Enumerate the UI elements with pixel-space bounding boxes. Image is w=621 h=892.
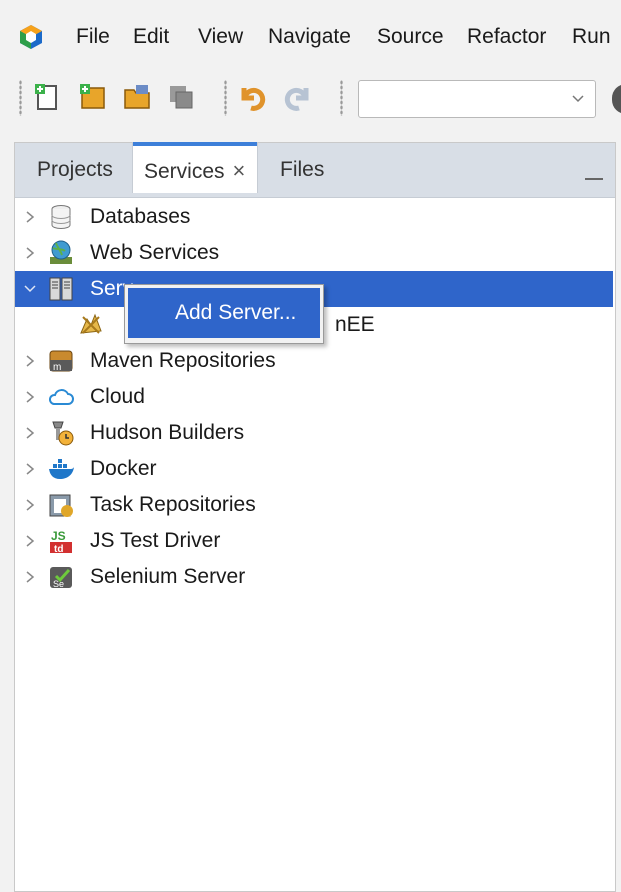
chevron-right-icon[interactable] — [23, 389, 37, 405]
selenium-icon: Se — [50, 567, 72, 589]
tree-node-docker[interactable]: Docker — [15, 451, 613, 487]
menu-run[interactable]: Run — [572, 24, 611, 50]
tree-node-label: Maven Repositories — [90, 349, 276, 372]
tree-node-label: Web Services — [90, 241, 220, 264]
new-file-icon[interactable] — [32, 82, 62, 112]
svg-text:Se: Se — [53, 579, 64, 589]
tab-services[interactable]: Services × — [133, 142, 257, 193]
tree-node-cloud[interactable]: Cloud — [15, 379, 613, 415]
svg-text:m: m — [53, 362, 61, 373]
menu-edit[interactable]: Edit — [133, 24, 169, 50]
menu-navigate[interactable]: Navigate — [268, 24, 351, 50]
toolbar-grip[interactable] — [224, 80, 227, 116]
tree-node-selenium-server[interactable]: Se Selenium Server — [15, 559, 613, 595]
netbeans-logo-icon — [20, 25, 42, 49]
toolbar-grip[interactable] — [340, 80, 343, 116]
chevron-down-icon[interactable] — [23, 281, 37, 297]
menu-view[interactable]: View — [198, 24, 243, 50]
tab-label: Services — [144, 160, 225, 183]
tree-node-label: Databases — [90, 205, 191, 228]
menu-item-label: Add Server... — [175, 301, 297, 324]
save-all-icon[interactable] — [166, 82, 196, 112]
database-icon — [51, 205, 71, 230]
chevron-right-icon[interactable] — [23, 209, 37, 225]
tree-node-hudson-builders[interactable]: Hudson Builders — [15, 415, 613, 451]
tree-node-web-services[interactable]: Web Services — [15, 235, 613, 271]
servers-icon — [49, 277, 73, 301]
close-icon[interactable]: × — [233, 158, 246, 183]
chevron-down-icon — [572, 95, 584, 103]
tree-node-label: Hudson Builders — [90, 421, 245, 444]
tab-label: Files — [280, 158, 325, 181]
tab-files[interactable]: Files — [280, 143, 330, 197]
chevron-right-icon[interactable] — [23, 497, 37, 513]
chevron-right-icon[interactable] — [23, 461, 37, 477]
new-project-icon[interactable] — [78, 82, 108, 112]
undo-icon[interactable] — [238, 82, 268, 112]
menu-bar: File Edit View Navigate Source Refactor … — [0, 0, 621, 68]
menu-refactor[interactable]: Refactor — [467, 24, 546, 50]
chevron-right-icon[interactable] — [23, 425, 37, 441]
hudson-icon — [52, 421, 74, 446]
configuration-select[interactable] — [358, 80, 596, 118]
tree-node-maven-repositories[interactable]: m Maven Repositories — [15, 343, 613, 379]
context-menu: Add Server... — [124, 284, 324, 344]
tree-node-label: Task Repositories — [90, 493, 256, 516]
cloud-icon — [48, 389, 74, 405]
menu-file[interactable]: File — [76, 24, 110, 50]
tab-projects[interactable]: Projects — [37, 143, 113, 197]
chevron-right-icon[interactable] — [23, 245, 37, 261]
tree-node-databases[interactable]: Databases — [15, 199, 613, 235]
tree-node-label: Selenium Server — [90, 565, 246, 588]
panel-tab-bar: Projects Services × Files — [15, 142, 615, 198]
tree-node-js-test-driver[interactable]: JS td JS Test Driver — [15, 523, 613, 559]
minimize-icon[interactable] — [585, 178, 603, 180]
svg-text:JS: JS — [51, 529, 66, 543]
menu-source[interactable]: Source — [377, 24, 444, 50]
chevron-right-icon[interactable] — [23, 533, 37, 549]
open-project-icon[interactable] — [122, 82, 152, 112]
toolbar-grip[interactable] — [19, 80, 22, 116]
tree-node-task-repositories[interactable]: Task Repositories — [15, 487, 613, 523]
tab-label: Projects — [37, 158, 113, 181]
tree-node-label: Docker — [90, 457, 157, 480]
tomee-server-icon — [80, 313, 102, 334]
add-server-menu-item[interactable]: Add Server... — [128, 288, 320, 338]
maven-icon: m — [49, 350, 73, 373]
tree-node-label: JS Test Driver — [90, 529, 221, 552]
docker-icon — [49, 459, 74, 479]
tree-node-label: Cloud — [90, 385, 145, 408]
web-services-icon — [50, 240, 72, 264]
chevron-right-icon[interactable] — [23, 353, 37, 369]
js-test-driver-icon: JS td — [50, 529, 72, 555]
svg-text:td: td — [54, 544, 63, 555]
task-repo-icon — [49, 494, 73, 517]
redo-icon[interactable] — [282, 82, 312, 112]
tree-node-label: nEE — [335, 313, 375, 336]
chevron-right-icon[interactable] — [23, 569, 37, 585]
